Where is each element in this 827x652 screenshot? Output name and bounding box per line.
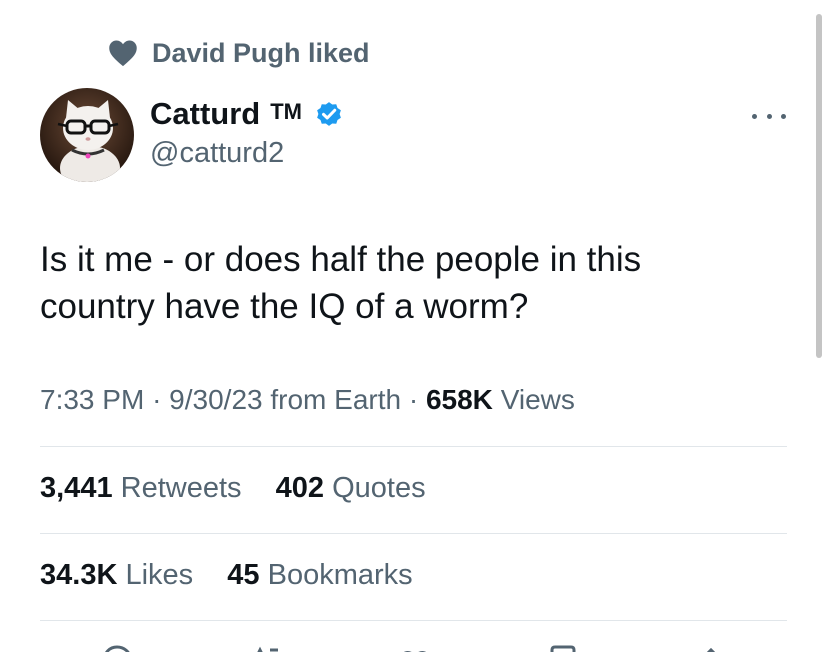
divider: [40, 446, 787, 447]
more-dot-icon: [766, 113, 772, 119]
author-name-row[interactable]: Catturd TM: [150, 94, 344, 134]
more-dot-icon: [752, 113, 757, 119]
tweet-text: Is it me - or does half the people in th…: [40, 236, 760, 330]
engagement-row-2: 34.3K Likes 45 Bookmarks: [40, 559, 413, 592]
social-context-text: David Pugh liked: [152, 37, 370, 68]
scrollbar[interactable]: [816, 14, 822, 358]
like-icon[interactable]: [398, 644, 432, 652]
action-bar: [0, 640, 827, 652]
tweet-meta: 7:33 PM · 9/30/23 from Earth · 658K View…: [40, 384, 575, 416]
meta-separator: ·: [408, 384, 419, 415]
tweet-text-line: country have the IQ of a worm?: [40, 287, 529, 326]
share-icon[interactable]: [694, 644, 728, 652]
engagement-row-1: 3,441 Retweets 402 Quotes: [40, 472, 426, 505]
reply-icon[interactable]: [100, 644, 134, 652]
likes-stat[interactable]: 34.3K Likes: [40, 559, 201, 591]
divider: [40, 620, 787, 621]
likes-label: Likes: [125, 559, 194, 591]
more-options-button[interactable]: [752, 106, 786, 126]
tweet-time[interactable]: 7:33 PM: [40, 384, 144, 415]
retweets-stat[interactable]: 3,441 Retweets: [40, 472, 250, 504]
trademark-badge: TM: [270, 99, 302, 124]
bookmark-icon[interactable]: [546, 644, 580, 652]
bookmarks-label: Bookmarks: [267, 559, 413, 591]
views-count[interactable]: 658K: [426, 384, 493, 415]
tweet-text-line: Is it me - or does half the people in th…: [40, 240, 642, 279]
tweet-source: from Earth: [270, 384, 402, 415]
more-dot-icon: [781, 113, 786, 119]
retweets-label: Retweets: [120, 472, 242, 504]
quotes-stat[interactable]: 402 Quotes: [276, 472, 426, 504]
tweet-date[interactable]: 9/30/23: [169, 384, 262, 415]
avatar[interactable]: [40, 88, 134, 182]
retweet-icon[interactable]: [250, 644, 284, 652]
verified-badge-icon[interactable]: [314, 99, 344, 129]
author-handle[interactable]: @catturd2: [150, 137, 284, 170]
display-name[interactable]: Catturd: [150, 96, 260, 132]
views-label[interactable]: Views: [501, 384, 575, 415]
divider: [40, 533, 787, 534]
social-context[interactable]: David Pugh liked: [108, 36, 370, 70]
bookmarks-stat[interactable]: 45 Bookmarks: [227, 559, 412, 591]
heart-icon: [109, 40, 137, 67]
bookmarks-count: 45: [227, 559, 260, 591]
retweets-count: 3,441: [40, 472, 113, 504]
quotes-label: Quotes: [332, 472, 426, 504]
likes-count: 34.3K: [40, 559, 118, 591]
quotes-count: 402: [275, 472, 325, 504]
meta-separator: ·: [152, 384, 162, 415]
